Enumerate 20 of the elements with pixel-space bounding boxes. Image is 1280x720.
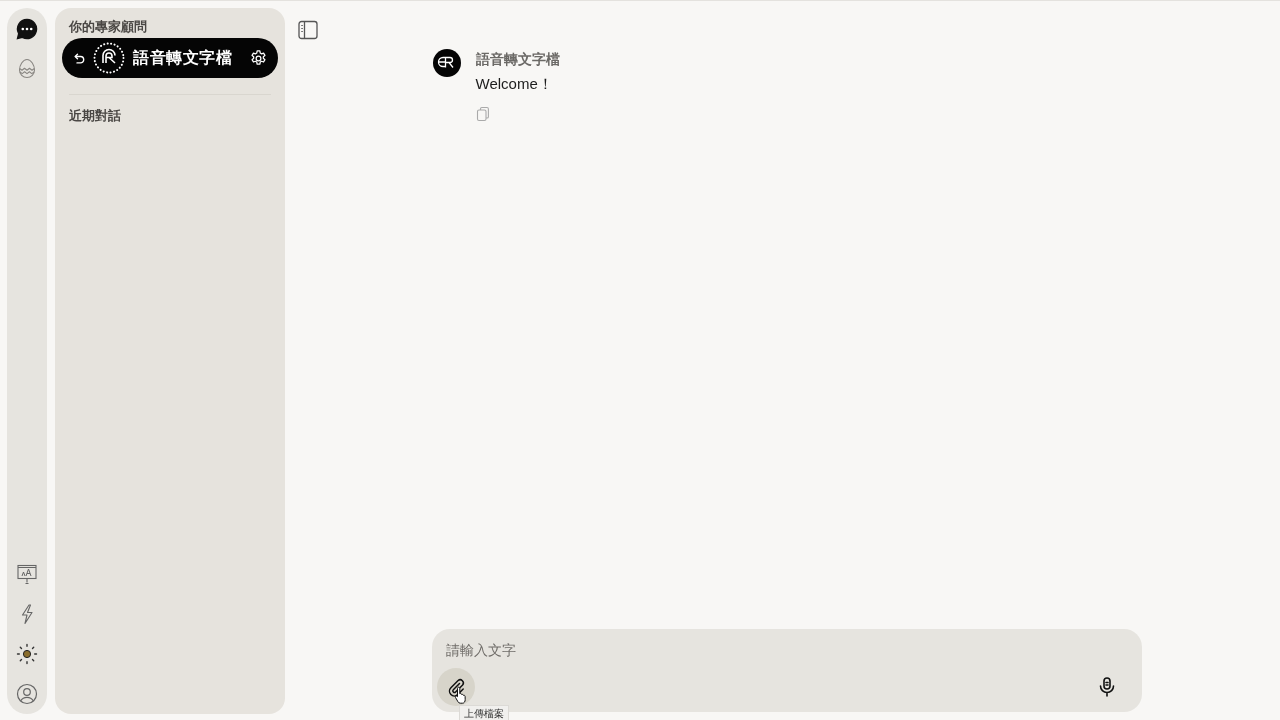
recent-chats-heading: 近期對話 — [68, 108, 122, 124]
dotted-ring-logo-icon — [93, 42, 125, 74]
presentation-board-icon[interactable] — [16, 563, 38, 585]
chat-bubble-icon[interactable] — [16, 18, 38, 40]
bot-avatar-icon — [432, 49, 461, 77]
agent-name: 語音轉文字檔 — [133, 48, 232, 69]
message-input-field[interactable]: 請輸入文字 — [436, 640, 1128, 660]
upload-tooltip: 上傳檔案 — [458, 705, 509, 720]
sidebar-title: 你的專家顧問 — [67, 18, 148, 35]
message-text: Welcome！ — [475, 74, 554, 94]
undo-arrow-icon[interactable] — [72, 51, 85, 65]
attach-file-button[interactable] — [436, 668, 475, 706]
pointer-cursor-icon — [453, 686, 469, 704]
sender-name: 語音轉文字檔 — [475, 50, 560, 69]
sidebar-toggle-icon[interactable] — [297, 19, 319, 41]
user-avatar-icon[interactable] — [16, 683, 38, 705]
agent-pill[interactable]: 語音轉文字檔 — [62, 38, 278, 78]
sun-icon[interactable] — [16, 643, 38, 665]
egg-icon[interactable] — [16, 58, 38, 80]
settings-icon[interactable] — [249, 48, 268, 68]
